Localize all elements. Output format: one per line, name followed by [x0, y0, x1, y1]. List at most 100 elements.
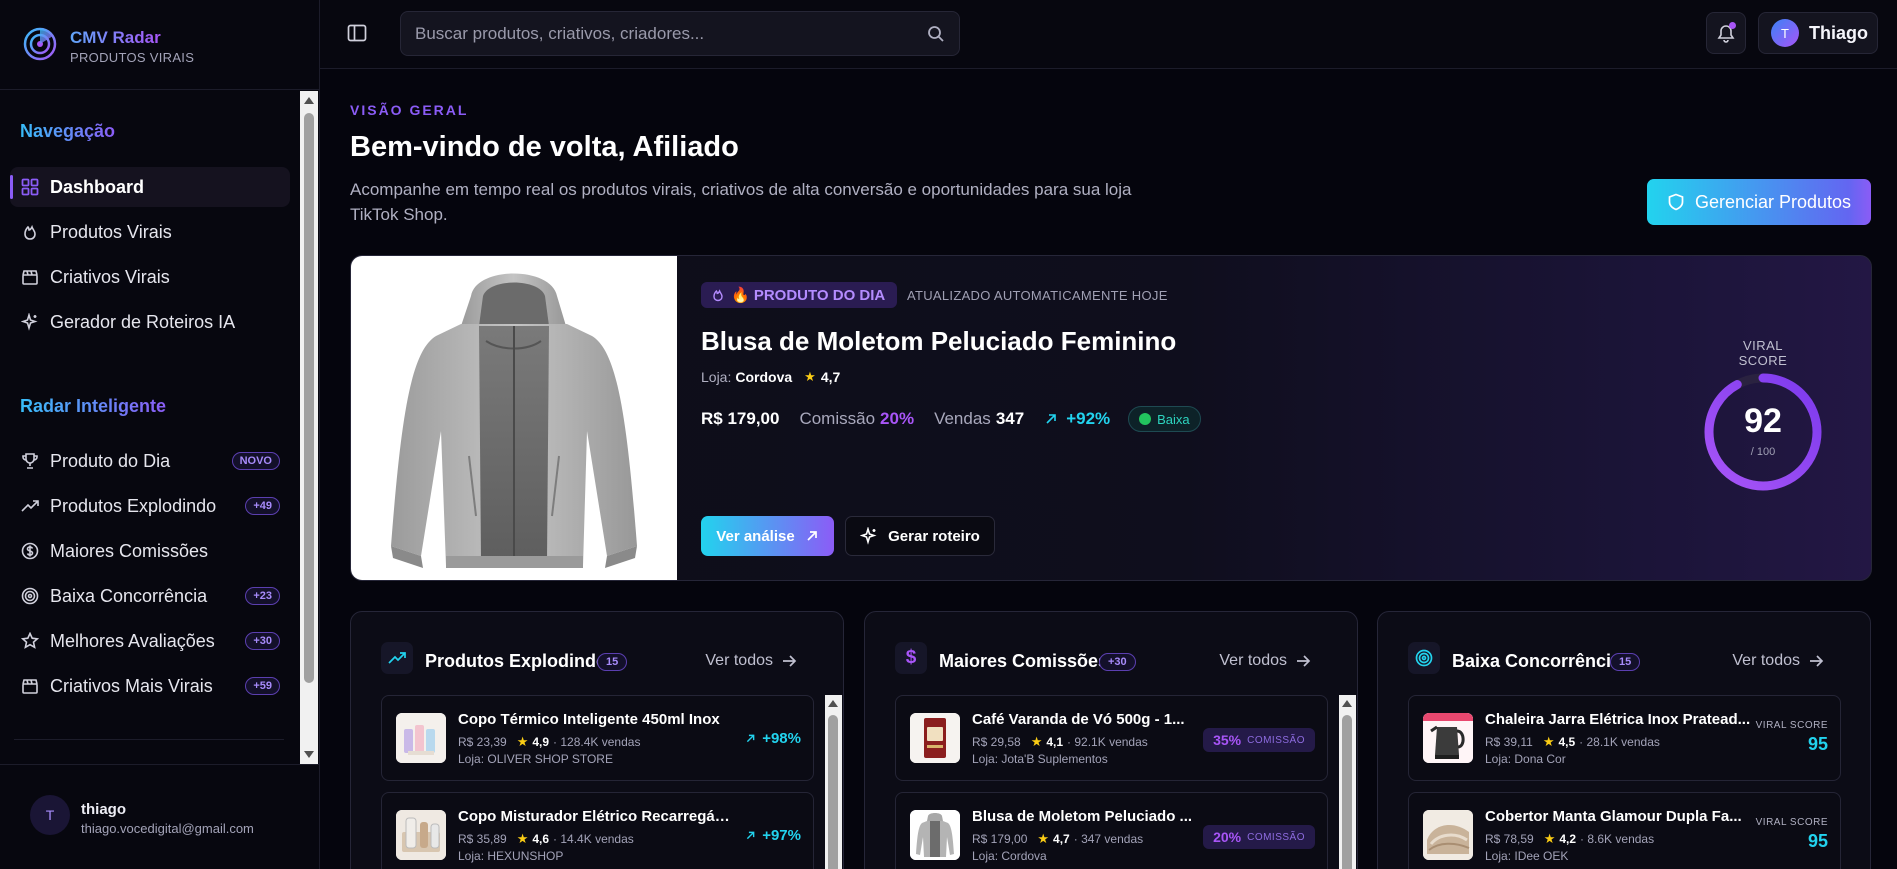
item-price: R$ 23,39: [458, 735, 507, 749]
list-item[interactable]: Blusa de Moletom Peluciado ... R$ 179,00…: [895, 792, 1328, 869]
list-item[interactable]: Cobertor Manta Glamour Dupla Fa... R$ 78…: [1408, 792, 1841, 869]
card-title: Produtos Explodindo: [425, 651, 607, 671]
list-item[interactable]: Chaleira Jarra Elétrica Inox Pratead... …: [1408, 695, 1841, 781]
brand-title: CMV Radar: [70, 28, 161, 47]
hoodie-image: [391, 273, 637, 568]
scroll-up-arrow-icon[interactable]: [304, 97, 314, 104]
commission-badge: 20% COMISSÃO: [1203, 825, 1315, 849]
store-line: Loja: Cordova ★ 4,7: [701, 369, 852, 385]
search-input[interactable]: [415, 12, 915, 55]
view-all-link[interactable]: Ver todos: [705, 652, 797, 670]
notifications-button[interactable]: [1706, 12, 1746, 54]
item-rating: 4,6: [532, 832, 550, 846]
profile-button[interactable]: T Thiago: [1758, 12, 1878, 54]
nav-section-title: Navegação: [20, 121, 116, 141]
scroll-up-arrow-icon[interactable]: [828, 700, 838, 707]
item-price: R$ 39,11: [1485, 735, 1533, 749]
sidebar-scrollbar[interactable]: [300, 91, 318, 764]
item-rating: 4,7: [1053, 832, 1070, 846]
manage-products-label: Gerenciar Produtos: [1694, 191, 1852, 212]
item-price: R$ 78,59: [1485, 832, 1534, 846]
list-item[interactable]: Copo Térmico Inteligente 450ml Inox R$ 2…: [381, 695, 814, 781]
sidebar: CMV Radar PRODUTOS VIRAIS Navegação Dash…: [0, 0, 320, 869]
sidebar-item-dashboard[interactable]: Dashboard: [10, 167, 290, 207]
radar-logo-icon: [23, 27, 57, 61]
item-rating: 4,2: [1559, 832, 1577, 846]
card-scrollbar[interactable]: [825, 695, 842, 869]
user-name: thiago: [81, 801, 126, 818]
star-icon: ★: [1542, 734, 1555, 749]
sidebar-toggle-button[interactable]: [346, 22, 370, 46]
flame-icon: [20, 222, 40, 242]
nav-section-title: Radar Inteligente: [20, 396, 167, 416]
sidebar-item-label: Produtos Explodindo: [50, 495, 217, 516]
card-baixa-concorrencia: Baixa Concorrência 15 Ver todos Chaleira…: [1377, 611, 1871, 869]
sidebar-item-produtos-virais[interactable]: Produtos Virais: [10, 212, 290, 252]
sidebar-item-produto-do-dia[interactable]: Produto do Dia NOVO: [10, 441, 290, 481]
store-label: Loja:: [701, 369, 732, 385]
item-meta: R$ 39,11 ★ 4,5 · 28.1K vendas: [1485, 734, 1660, 750]
product-thumbnail: [910, 810, 960, 860]
item-rating: 4,1: [1046, 735, 1064, 749]
target-icon: [20, 586, 40, 606]
list-item[interactable]: Café Varanda de Vó 500g - 1... R$ 29,58 …: [895, 695, 1328, 781]
coffee-package-image: [910, 713, 960, 763]
sidebar-item-maiores-comissoes[interactable]: Maiores Comissões: [10, 531, 290, 571]
brand[interactable]: CMV Radar PRODUTOS VIRAIS: [0, 0, 320, 90]
item-meta: R$ 78,59 ★ 4,2 · 8.6K vendas: [1485, 831, 1654, 847]
list-item[interactable]: Copo Misturador Elétrico Recarregáve... …: [381, 792, 814, 869]
star-icon: ★: [804, 369, 816, 384]
item-sales: · 14.4K vendas: [553, 832, 634, 846]
trophy-icon: [20, 451, 40, 471]
generate-script-button[interactable]: Gerar roteiro: [845, 516, 995, 556]
view-all-link[interactable]: Ver todos: [1732, 652, 1824, 670]
page-subtitle: Acompanhe em tempo real os produtos vira…: [350, 180, 1132, 224]
item-store: Loja: IDee OEK: [1485, 849, 1569, 863]
sidebar-item-melhores-avaliacoes[interactable]: Melhores Avaliações +30: [10, 621, 290, 661]
arrow-up-right-icon: [807, 531, 817, 541]
user-profile[interactable]: T thiago thiago.vocedigital@gmail.com: [0, 764, 320, 869]
sidebar-item-gerador-roteiros[interactable]: Gerador de Roteiros IA: [10, 302, 290, 342]
scroll-thumb[interactable]: [828, 715, 838, 869]
sidebar-item-label: Dashboard: [50, 176, 145, 197]
item-store: Loja: Dona Cor: [1485, 752, 1566, 766]
scroll-down-arrow-icon[interactable]: [304, 751, 314, 758]
item-sales: · 128.4K vendas: [553, 735, 641, 749]
item-name: Copo Misturador Elétrico Recarregáve...: [458, 808, 738, 825]
product-thumbnail: [396, 810, 446, 860]
scroll-thumb[interactable]: [1342, 715, 1352, 869]
competition-label: Baixa: [1157, 411, 1190, 427]
arrow-right-icon: [1810, 655, 1824, 667]
sidebar-item-label: Produto do Dia: [50, 450, 171, 471]
scroll-up-arrow-icon[interactable]: [1342, 700, 1352, 707]
sidebar-item-baixa-concorrencia[interactable]: Baixa Concorrência +23: [10, 576, 290, 616]
commission-value: 20%: [1213, 829, 1242, 845]
dollar-icon: $: [895, 642, 927, 674]
blanket-image: [1423, 810, 1473, 860]
item-sales: · 28.1K vendas: [1579, 735, 1660, 749]
sidebar-item-criativos-mais-virais[interactable]: Criativos Mais Virais +59: [10, 666, 290, 706]
page-title: Bem-vindo de volta, Afiliado: [350, 131, 739, 163]
search-icon[interactable]: [927, 25, 945, 43]
view-all-label: Ver todos: [1732, 652, 1800, 669]
trending-up-icon: [20, 496, 40, 516]
count-badge: +49: [245, 497, 280, 515]
product-of-the-day-card: 🔥 PRODUTO DO DIA ATUALIZADO AUTOMATICAME…: [350, 255, 1872, 581]
product-thumbnail: [396, 713, 446, 763]
clapperboard-icon: [20, 267, 40, 287]
product-image[interactable]: [351, 256, 677, 580]
brand-subtitle: PRODUTOS VIRAIS: [70, 50, 195, 65]
viral-score-value: 95: [1807, 734, 1828, 754]
view-analysis-button[interactable]: Ver análise: [701, 516, 834, 556]
sidebar-item-criativos-virais[interactable]: Criativos Virais: [10, 257, 290, 297]
item-name: Cobertor Manta Glamour Dupla Fa...: [1485, 808, 1742, 825]
grid-icon: [20, 177, 40, 197]
sidebar-item-produtos-explodindo[interactable]: Produtos Explodindo +49: [10, 486, 290, 526]
card-scrollbar[interactable]: [1339, 695, 1356, 869]
scroll-thumb[interactable]: [304, 113, 314, 683]
clapperboard-icon: [20, 676, 40, 696]
view-all-link[interactable]: Ver todos: [1219, 652, 1311, 670]
search-box[interactable]: [400, 11, 960, 56]
sales-value: 347: [995, 409, 1025, 428]
manage-products-button[interactable]: Gerenciar Produtos: [1647, 179, 1871, 225]
